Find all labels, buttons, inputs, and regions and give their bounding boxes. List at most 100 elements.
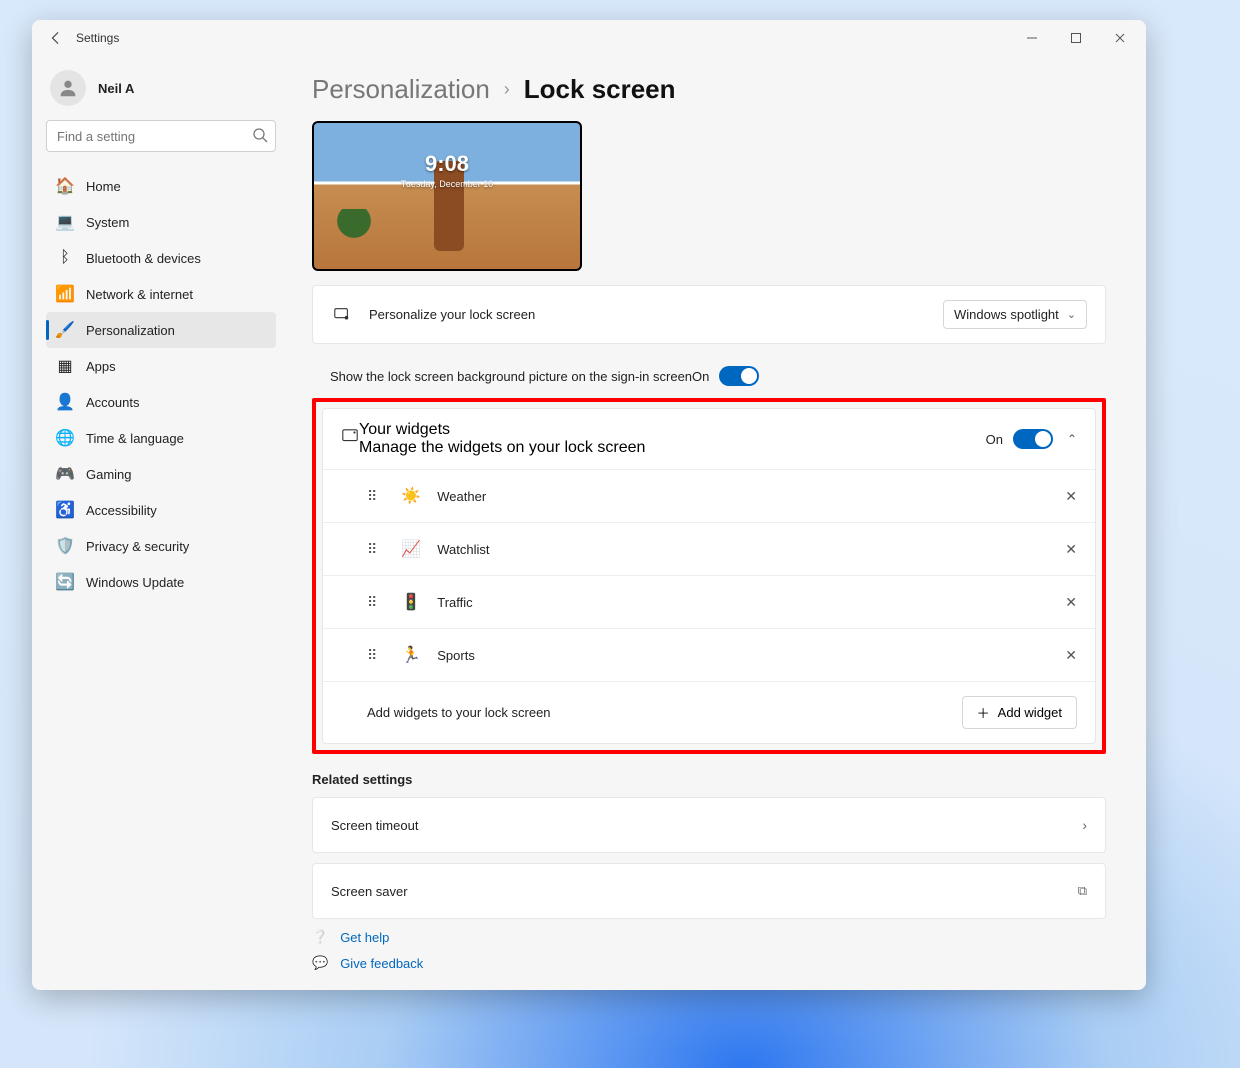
chevron-right-icon: › <box>504 79 510 100</box>
preview-time: 9:08 <box>314 151 580 177</box>
widgets-state: On <box>986 432 1003 447</box>
feedback-label[interactable]: Give feedback <box>340 956 423 971</box>
widget-items: ⠿☀️Weather✕⠿📈Watchlist✕⠿🚦Traffic✕⠿🏃Sport… <box>323 470 1095 682</box>
drag-handle-icon[interactable]: ⠿ <box>367 647 379 664</box>
drag-handle-icon[interactable]: ⠿ <box>367 541 379 558</box>
widget-item-traffic[interactable]: ⠿🚦Traffic✕ <box>323 576 1095 629</box>
help-icon: ❔ <box>312 929 328 945</box>
add-widget-label: Add widget <box>998 705 1062 720</box>
widget-icon: 📈 <box>401 539 421 559</box>
sidebar-item-network-internet[interactable]: 📶Network & internet <box>46 276 276 312</box>
search-icon <box>252 127 268 148</box>
widgets-toggle[interactable] <box>1013 429 1053 449</box>
widgets-title: Your widgets <box>359 421 986 439</box>
monitor-icon <box>331 304 353 326</box>
settings-window: Settings Neil A 🏠Home 💻 System ᛒBluetooth &… <box>32 20 1146 990</box>
feedback-link[interactable]: 💬 Give feedback <box>312 955 1106 971</box>
main-panel: Personalization › Lock screen 9:08 Tuesd… <box>290 56 1146 990</box>
related-screen-saver[interactable]: Screen saver ⧉ <box>312 863 1106 919</box>
related-screen-timeout[interactable]: Screen timeout › <box>312 797 1106 853</box>
sidebar-item-time-language[interactable]: 🌐 Time & language <box>46 420 276 456</box>
nav-icon: 💻 <box>56 213 74 231</box>
sidebar-item-label: Network & internet <box>86 287 193 302</box>
signin-bg-toggle[interactable] <box>719 366 759 386</box>
preview-date: Tuesday, December 10 <box>314 179 580 189</box>
nav-icon: 🔄 <box>56 573 74 591</box>
widget-icon: 🚦 <box>401 592 421 612</box>
breadcrumb: Personalization › Lock screen <box>312 74 1106 105</box>
plus-icon: ＋ <box>977 703 990 722</box>
close-button[interactable] <box>1098 20 1142 56</box>
sidebar-item-gaming[interactable]: 🎮Gaming <box>46 456 276 492</box>
breadcrumb-parent[interactable]: Personalization <box>312 74 490 105</box>
breadcrumb-current: Lock screen <box>524 74 676 105</box>
drag-handle-icon[interactable]: ⠿ <box>367 488 379 505</box>
widgets-header[interactable]: Your widgets Manage the widgets on your … <box>323 409 1095 470</box>
sidebar-item-apps[interactable]: ▦Apps <box>46 348 276 384</box>
nav-icon: 🛡️ <box>56 537 74 555</box>
related-label: Screen saver <box>331 884 408 899</box>
chevron-right-icon: › <box>1082 817 1087 833</box>
widget-item-weather[interactable]: ⠿☀️Weather✕ <box>323 470 1095 523</box>
profile[interactable]: Neil A <box>46 64 276 120</box>
widget-name: Sports <box>437 648 475 663</box>
sidebar-item-privacy-security[interactable]: 🛡️ Privacy & security <box>46 528 276 564</box>
personalize-dropdown[interactable]: Windows spotlight ⌄ <box>943 300 1087 329</box>
search-input[interactable] <box>46 120 276 152</box>
signin-bg-state: On <box>692 369 709 384</box>
drag-handle-icon[interactable]: ⠿ <box>367 594 379 611</box>
sidebar-item-label: System <box>86 215 129 230</box>
nav-list: 🏠Home 💻 System ᛒBluetooth & devices📶Network… <box>46 168 276 600</box>
avatar <box>50 70 86 106</box>
widget-icon: 🏃 <box>401 645 421 665</box>
chevron-up-icon[interactable]: ⌃ <box>1067 432 1077 446</box>
sidebar-item-label: Bluetooth & devices <box>86 251 201 266</box>
highlight-box: Your widgets Manage the widgets on your … <box>312 398 1106 754</box>
minimize-button[interactable] <box>1010 20 1054 56</box>
external-link-icon: ⧉ <box>1078 883 1087 899</box>
widgets-footer: Add widgets to your lock screen ＋ Add wi… <box>323 682 1095 743</box>
sidebar-item-label: Windows Update <box>86 575 184 590</box>
lockscreen-preview[interactable]: 9:08 Tuesday, December 10 <box>312 121 582 271</box>
personalize-row[interactable]: Personalize your lock screen Windows spo… <box>313 286 1105 343</box>
sidebar-item-home[interactable]: 🏠Home <box>46 168 276 204</box>
widgets-icon <box>341 428 359 451</box>
nav-icon: 👤 <box>56 393 74 411</box>
widget-name: Weather <box>437 489 486 504</box>
sidebar-item-windows-update[interactable]: 🔄 Windows Update <box>46 564 276 600</box>
sidebar-item-label: Time & language <box>86 431 184 446</box>
maximize-button[interactable] <box>1054 20 1098 56</box>
widget-item-watchlist[interactable]: ⠿ 📈 Watchlist ✕ <box>323 523 1095 576</box>
remove-widget-button[interactable]: ✕ <box>1065 647 1077 664</box>
search-box[interactable] <box>46 120 276 152</box>
related-title: Related settings <box>312 772 1106 787</box>
app-title: Settings <box>76 31 119 45</box>
sidebar-item-accounts[interactable]: 👤 Accounts <box>46 384 276 420</box>
widget-item-sports[interactable]: ⠿ 🏃 Sports ✕ <box>323 629 1095 682</box>
get-help-label[interactable]: Get help <box>340 930 389 945</box>
sidebar-item-accessibility[interactable]: ♿Accessibility <box>46 492 276 528</box>
sidebar-item-label: Accounts <box>86 395 139 410</box>
sidebar-item-personalization[interactable]: 🖌️Personalization <box>46 312 276 348</box>
related-label: Screen timeout <box>331 818 418 833</box>
content-area: Neil A 🏠Home 💻 System ᛒBluetooth & devices📶… <box>32 56 1146 990</box>
chevron-down-icon: ⌄ <box>1067 308 1076 321</box>
remove-widget-button[interactable]: ✕ <box>1065 541 1077 558</box>
sidebar-item-bluetooth-devices[interactable]: ᛒBluetooth & devices <box>46 240 276 276</box>
personalize-card: Personalize your lock screen Windows spo… <box>312 285 1106 344</box>
add-widget-button[interactable]: ＋ Add widget <box>962 696 1077 729</box>
nav-icon: 🏠 <box>56 177 74 195</box>
widget-name: Watchlist <box>437 542 489 557</box>
remove-widget-button[interactable]: ✕ <box>1065 594 1077 611</box>
back-button[interactable] <box>36 20 76 56</box>
remove-widget-button[interactable]: ✕ <box>1065 488 1077 505</box>
widgets-card: Your widgets Manage the widgets on your … <box>322 408 1096 744</box>
sidebar-item-label: Privacy & security <box>86 539 189 554</box>
get-help-link[interactable]: ❔ Get help <box>312 929 1106 945</box>
user-name: Neil A <box>98 81 134 96</box>
titlebar: Settings <box>32 20 1146 56</box>
nav-icon: 🌐 <box>56 429 74 447</box>
sidebar-item-system[interactable]: 💻 System <box>46 204 276 240</box>
widgets-subtitle: Manage the widgets on your lock screen <box>359 439 986 457</box>
nav-icon: 🎮 <box>56 465 74 483</box>
